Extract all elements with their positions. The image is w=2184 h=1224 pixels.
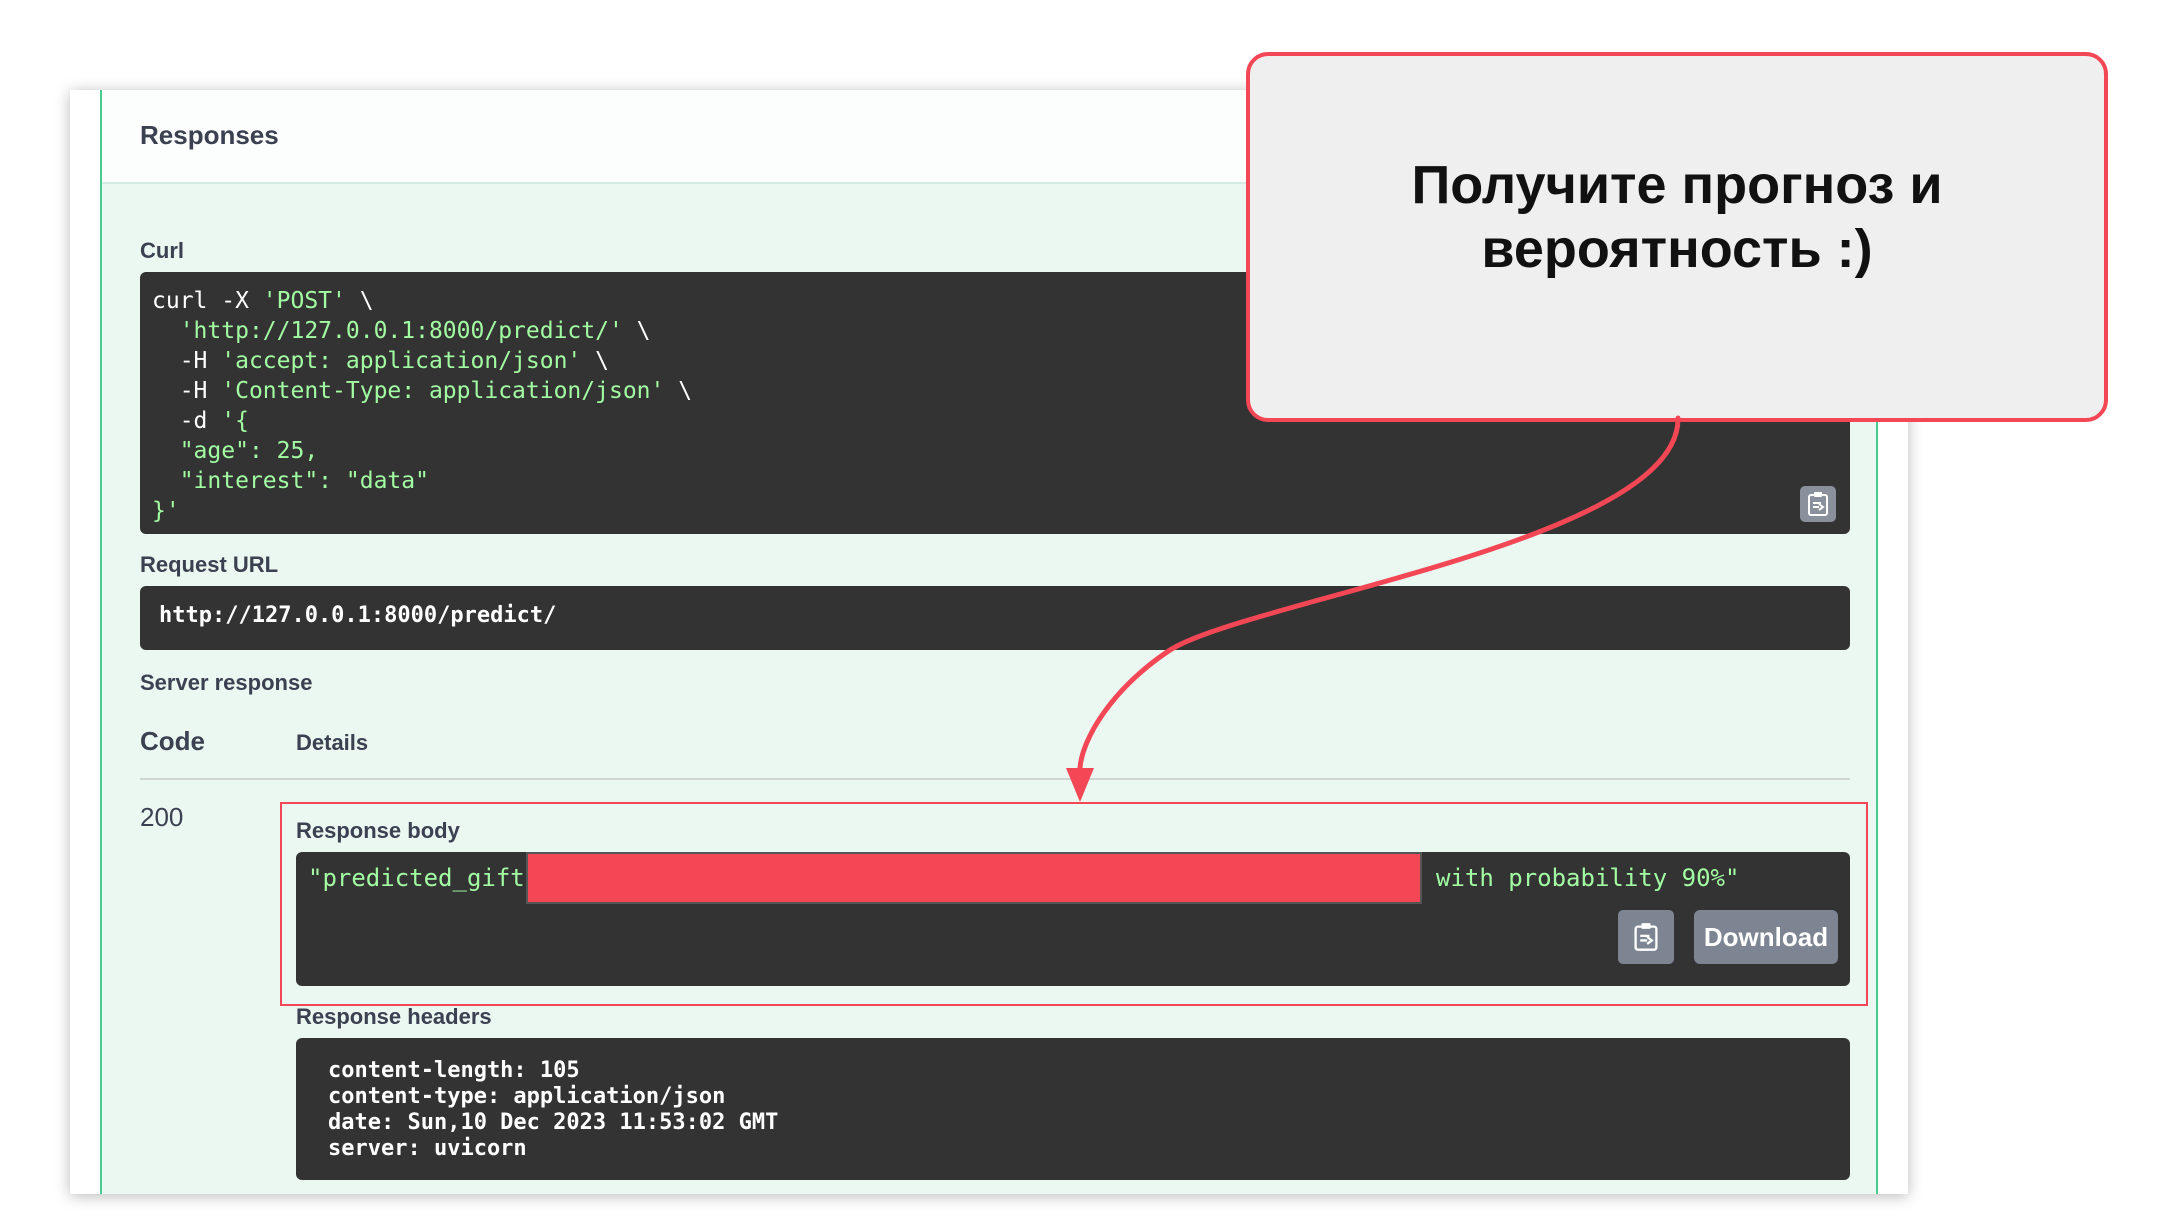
- callout-box: Получите прогноз и вероятность :): [1246, 52, 2108, 422]
- response-code: 200: [140, 802, 184, 832]
- copy-curl-button[interactable]: [1800, 486, 1836, 522]
- header-line: content-type: application/json: [328, 1084, 726, 1109]
- request-url-block: http://127.0.0.1:8000/predict/: [140, 586, 1850, 650]
- request-url-label: Request URL: [140, 552, 279, 577]
- callout-line-2: вероятность :): [1481, 219, 1873, 279]
- header-line: server: uvicorn: [328, 1136, 527, 1161]
- curl-label: Curl: [140, 238, 184, 263]
- header-line: date: Sun,10 Dec 2023 11:53:02 GMT: [328, 1110, 779, 1135]
- table-divider: [140, 778, 1850, 780]
- clipboard-icon: [1808, 492, 1828, 516]
- callout-line-1: Получите прогноз и: [1411, 155, 1943, 215]
- response-headers-block: content-length: 105 content-type: applica…: [296, 1038, 1850, 1180]
- code-column-header: Code: [140, 726, 205, 756]
- response-body-highlight: [280, 802, 1868, 1006]
- response-headers-list: content-length: 105 content-type: applica…: [328, 1058, 778, 1162]
- details-column-header: Details: [296, 730, 369, 755]
- header-line: content-length: 105: [328, 1058, 580, 1083]
- server-response-label: Server response: [140, 670, 313, 695]
- responses-title: Responses: [140, 120, 279, 150]
- callout-text: Получите прогноз и вероятность :): [1411, 153, 1942, 281]
- request-url-value: http://127.0.0.1:8000/predict/: [159, 603, 557, 628]
- response-headers-label: Response headers: [296, 1004, 492, 1029]
